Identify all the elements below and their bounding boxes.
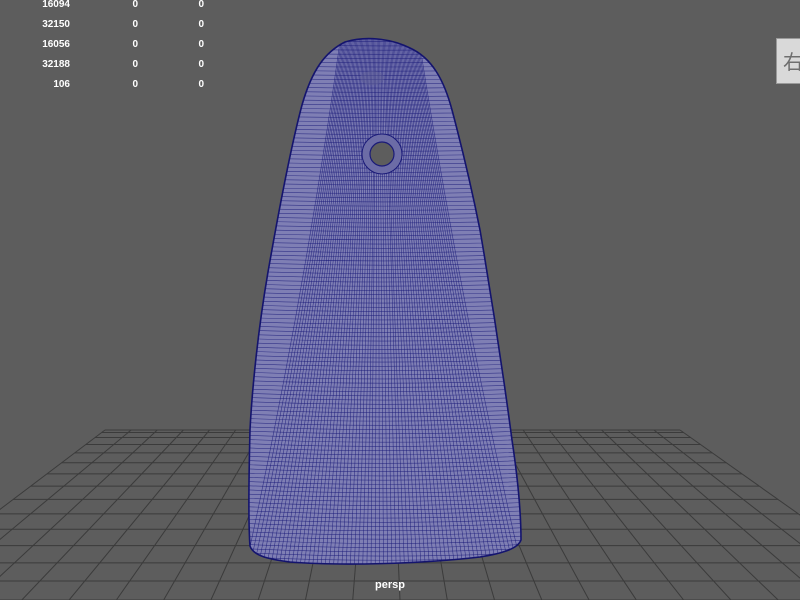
hud-value: 0	[132, 79, 138, 90]
hud-value: 0	[198, 39, 204, 50]
mesh-surface	[248, 37, 522, 565]
hud-value: 32188	[42, 59, 70, 70]
hud-value: 0	[198, 59, 204, 70]
hud-row: 32150 0 0	[0, 15, 220, 35]
hud-value: 0	[132, 39, 138, 50]
camera-name-label: persp	[375, 579, 405, 591]
mesh-hole	[369, 141, 395, 167]
hud-value: 0	[132, 19, 138, 30]
hud-value: 0	[198, 79, 204, 90]
hud-row: 16056 0 0	[0, 35, 220, 55]
heads-up-display-poly-count: 16094 0 0 32150 0 0 16056 0 0 32188 0 0 …	[0, 0, 220, 95]
hud-row: 32188 0 0	[0, 55, 220, 75]
hud-value: 16056	[42, 39, 70, 50]
view-cube-widget[interactable]: 右	[776, 38, 800, 84]
hud-value: 0	[198, 0, 204, 10]
viewport-panel[interactable]: 16094 0 0 32150 0 0 16056 0 0 32188 0 0 …	[0, 0, 800, 600]
hud-value: 0	[132, 0, 138, 10]
hud-value: 0	[132, 59, 138, 70]
hud-value: 16094	[42, 0, 70, 10]
hud-value: 0	[198, 19, 204, 30]
hud-value: 32150	[42, 19, 70, 30]
hud-row: 16094 0 0	[0, 0, 220, 15]
view-cube-label: 右	[783, 50, 800, 74]
hud-row: 106 0 0	[0, 75, 220, 95]
hud-value: 106	[53, 79, 70, 90]
